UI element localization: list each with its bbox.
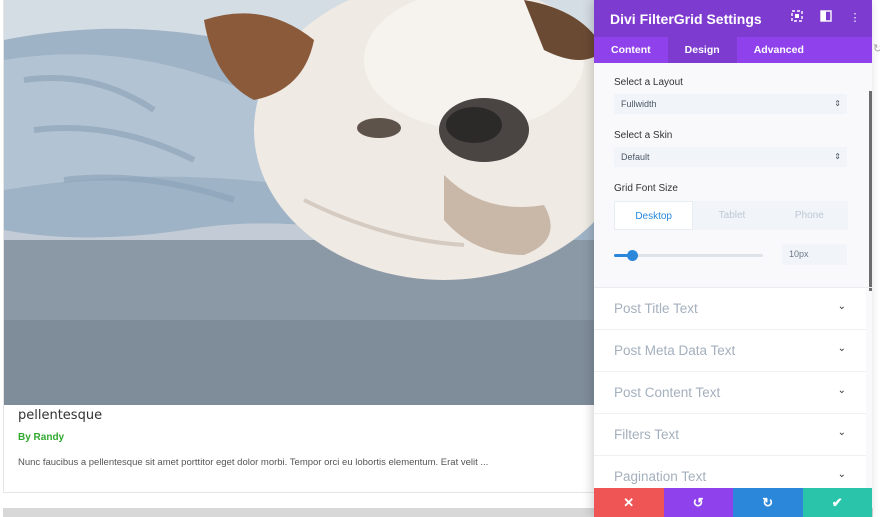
font-size-slider[interactable] bbox=[614, 250, 763, 261]
skin-label: Select a Skin bbox=[614, 130, 673, 141]
skin-select-value: Default bbox=[621, 152, 650, 162]
device-switcher: Desktop Tablet Phone bbox=[614, 201, 848, 230]
tab-advanced[interactable]: Advanced bbox=[737, 37, 821, 63]
undo-button[interactable]: ↺ bbox=[663, 488, 733, 517]
refresh-icon: ↻ bbox=[873, 43, 880, 55]
device-tab-desktop[interactable]: Desktop bbox=[614, 201, 694, 230]
split-view-icon[interactable] bbox=[819, 10, 833, 26]
check-icon: ✔ bbox=[831, 495, 843, 510]
updown-arrow-icon: ⇕ bbox=[834, 99, 841, 108]
modal-title: Divi FilterGrid Settings bbox=[610, 10, 762, 27]
scrollbar[interactable] bbox=[869, 91, 872, 291]
save-button[interactable]: ✔ bbox=[802, 488, 872, 517]
font-size-label: Grid Font Size bbox=[614, 183, 678, 194]
skin-select[interactable]: Default ⇕ bbox=[614, 147, 847, 167]
layout-select-value: Fullwidth bbox=[621, 99, 657, 109]
post-author[interactable]: By Randy bbox=[18, 432, 64, 443]
toggle-label: Post Content Text bbox=[614, 385, 721, 400]
post-title[interactable]: pellentesque bbox=[18, 408, 102, 423]
chevron-down-icon: ⌄ bbox=[837, 301, 846, 312]
tab-content[interactable]: Content bbox=[594, 37, 668, 63]
device-tab-phone[interactable]: Phone bbox=[771, 201, 848, 230]
toggle-post-title-text[interactable]: Post Title Text ⌄ bbox=[594, 288, 866, 330]
toggle-pagination-text[interactable]: Pagination Text ⌄ bbox=[594, 456, 866, 488]
redo-button[interactable]: ↻ bbox=[733, 488, 803, 517]
layout-label: Select a Layout bbox=[614, 77, 683, 88]
chevron-down-icon: ⌄ bbox=[837, 427, 846, 438]
modal-footer: ✕ ↺ ↻ ✔ bbox=[594, 488, 872, 517]
header-actions: ⋮ bbox=[790, 10, 862, 26]
close-icon: ✕ bbox=[623, 495, 635, 510]
chevron-down-icon: ⌄ bbox=[837, 385, 846, 396]
toggle-label: Pagination Text bbox=[614, 469, 707, 484]
chevron-down-icon: ⌄ bbox=[837, 469, 846, 480]
post-excerpt: Nunc faucibus a pellentesque sit amet po… bbox=[18, 457, 489, 468]
toggle-filters-text[interactable]: Filters Text ⌄ bbox=[594, 414, 866, 456]
tab-design[interactable]: Design bbox=[667, 37, 737, 63]
chevron-down-icon: ⌄ bbox=[837, 343, 846, 354]
modal-body: Select a Layout Fullwidth ⇕ Select a Ski… bbox=[594, 63, 872, 488]
slider-handle[interactable] bbox=[626, 250, 638, 261]
modal-header[interactable]: Divi FilterGrid Settings ⋮ bbox=[594, 0, 872, 37]
toggle-label: Post Meta Data Text bbox=[614, 343, 736, 358]
device-tab-tablet[interactable]: Tablet bbox=[693, 201, 770, 230]
toggle-post-meta-data-text[interactable]: Post Meta Data Text ⌄ bbox=[594, 330, 866, 372]
font-size-input[interactable]: 10px bbox=[782, 244, 847, 265]
fullscreen-icon[interactable] bbox=[790, 10, 804, 26]
bulldog-photo bbox=[4, 0, 622, 405]
layout-select[interactable]: Fullwidth ⇕ bbox=[614, 94, 847, 114]
discard-button[interactable]: ✕ bbox=[594, 488, 664, 517]
toggle-post-content-text[interactable]: Post Content Text ⌄ bbox=[594, 372, 866, 414]
modal-tabs: Content Design Advanced bbox=[594, 37, 872, 63]
redo-icon: ↻ bbox=[762, 495, 774, 510]
builder-canvas: pellentesque By Randy Nunc faucibus a pe… bbox=[0, 0, 880, 517]
post-featured-image[interactable] bbox=[4, 0, 622, 405]
toggle-label: Post Title Text bbox=[614, 301, 698, 316]
undo-icon: ↺ bbox=[692, 495, 704, 510]
updown-arrow-icon: ⇕ bbox=[834, 152, 841, 161]
settings-modal: Divi FilterGrid Settings ⋮ Content Desig… bbox=[594, 0, 872, 517]
toggle-label: Filters Text bbox=[614, 427, 680, 442]
more-options-icon[interactable]: ⋮ bbox=[848, 10, 862, 26]
